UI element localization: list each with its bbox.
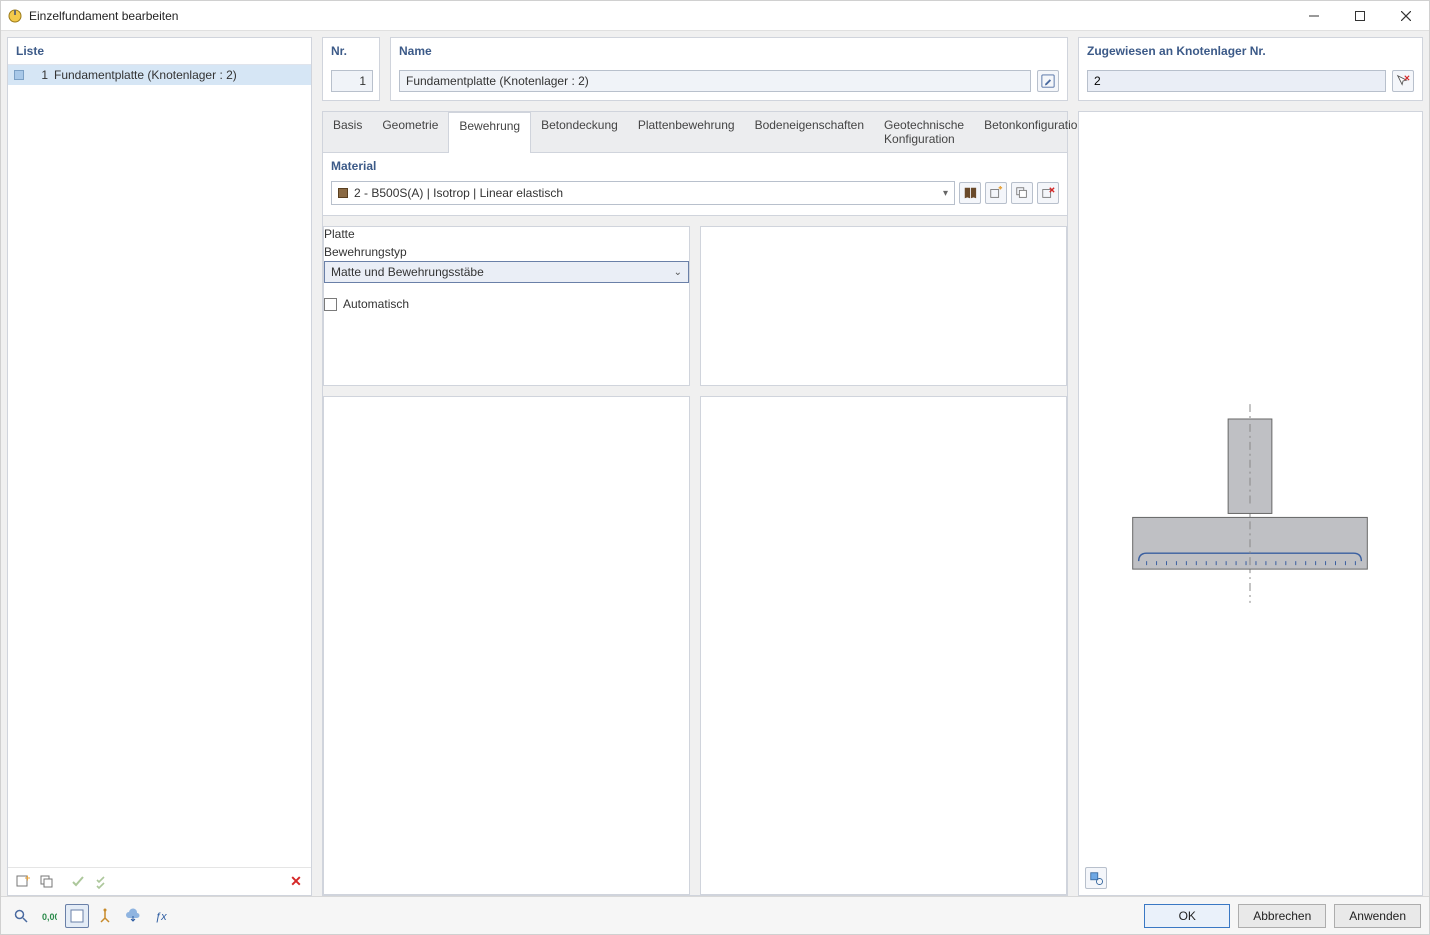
material-title: Material xyxy=(323,153,1067,175)
automatisch-checkbox[interactable]: Automatisch xyxy=(324,297,689,311)
list-body[interactable]: 1 Fundamentplatte (Knotenlager : 2) xyxy=(8,65,311,867)
bewehrungstyp-label: Bewehrungstyp xyxy=(324,245,689,259)
material-new-button[interactable] xyxy=(985,182,1007,204)
material-copy-button[interactable] xyxy=(1011,182,1033,204)
ok-button[interactable]: OK xyxy=(1144,904,1230,928)
close-button[interactable] xyxy=(1383,1,1429,30)
tabs-bar: Basis Geometrie Bewehrung Betondeckung P… xyxy=(322,111,1068,152)
preview-settings-button[interactable] xyxy=(1085,867,1107,889)
dialog-footer: 0,00 ƒx OK Abbrechen Anwenden xyxy=(1,896,1429,934)
dialog-body: Liste 1 Fundamentplatte (Knotenlager : 2… xyxy=(1,31,1429,896)
empty-panel-bottom-left xyxy=(323,396,690,895)
svg-text:0,00: 0,00 xyxy=(42,912,57,922)
foundation-preview-drawing xyxy=(1079,112,1422,895)
tab-geotech[interactable]: Geotechnische Konfiguration xyxy=(874,112,974,152)
tab-bodeneigenschaften[interactable]: Bodeneigenschaften xyxy=(745,112,874,152)
dialog-window: Einzelfundament bearbeiten Liste 1 Funda… xyxy=(0,0,1430,935)
minimize-button[interactable] xyxy=(1291,1,1337,30)
footer-units-button[interactable]: 0,00 xyxy=(37,904,61,928)
preview-cog-icon xyxy=(1089,871,1103,885)
window-title: Einzelfundament bearbeiten xyxy=(29,9,1291,23)
list-heading: Liste xyxy=(8,38,311,65)
name-label: Name xyxy=(391,38,1067,64)
main-column: Nr. Name xyxy=(322,37,1068,896)
name-field[interactable] xyxy=(399,70,1031,92)
preview-panel[interactable] xyxy=(1078,111,1423,896)
automatisch-label: Automatisch xyxy=(343,297,409,311)
list-item-number: 1 xyxy=(30,68,48,82)
list-item-color-icon xyxy=(14,70,24,80)
window-controls xyxy=(1291,1,1429,30)
bewehrungstyp-value: Matte und Bewehrungsstäbe xyxy=(331,265,484,279)
list-toolbar: ✕ xyxy=(8,867,311,895)
new-box-icon xyxy=(989,186,1003,200)
footer-script-button[interactable]: ƒx xyxy=(149,904,173,928)
chevron-down-icon: ▾ xyxy=(943,188,948,199)
assigned-box: Zugewiesen an Knotenlager Nr. xyxy=(1078,37,1423,101)
material-section: Material 2 - B500S(A) | Isotrop | Linear… xyxy=(323,153,1067,216)
list-panel: Liste 1 Fundamentplatte (Knotenlager : 2… xyxy=(7,37,312,896)
copy-item-button[interactable] xyxy=(36,871,58,893)
assigned-field[interactable] xyxy=(1087,70,1386,92)
nr-label: Nr. xyxy=(323,38,379,64)
list-item[interactable]: 1 Fundamentplatte (Knotenlager : 2) xyxy=(8,65,311,85)
delete-x-icon: ✕ xyxy=(290,873,302,890)
material-delete-button[interactable] xyxy=(1037,182,1059,204)
cloud-arrow-icon xyxy=(125,908,141,924)
tabs-box: Basis Geometrie Bewehrung Betondeckung P… xyxy=(322,111,1068,896)
blank-view-icon xyxy=(69,908,85,924)
footer-search-button[interactable] xyxy=(9,904,33,928)
tab-geometrie[interactable]: Geometrie xyxy=(372,112,448,152)
check-apply-button[interactable] xyxy=(68,871,90,893)
copy-box-icon xyxy=(1015,186,1029,200)
edit-name-button[interactable] xyxy=(1037,70,1059,92)
list-item-label: Fundamentplatte (Knotenlager : 2) xyxy=(54,68,237,82)
right-column: Zugewiesen an Knotenlager Nr. xyxy=(1078,37,1423,896)
maximize-button[interactable] xyxy=(1337,1,1383,30)
empty-panel-bottom-right xyxy=(700,396,1067,895)
magnifier-icon xyxy=(13,908,29,924)
bewehrungstyp-combo[interactable]: Matte und Bewehrungsstäbe ⌄ xyxy=(324,261,689,283)
assigned-label: Zugewiesen an Knotenlager Nr. xyxy=(1079,38,1422,64)
material-combo-text: 2 - B500S(A) | Isotrop | Linear elastisc… xyxy=(354,186,937,200)
titlebar: Einzelfundament bearbeiten xyxy=(1,1,1429,31)
empty-panel-top-right xyxy=(700,226,1067,386)
tab-basis[interactable]: Basis xyxy=(323,112,372,152)
material-library-button[interactable] xyxy=(959,182,981,204)
dialog-buttons: OK Abbrechen Anwenden xyxy=(1144,904,1421,928)
check-all-button[interactable] xyxy=(92,871,114,893)
material-combo[interactable]: 2 - B500S(A) | Isotrop | Linear elastisc… xyxy=(331,181,955,205)
header-row: Nr. Name xyxy=(322,37,1068,101)
tab-bewehrung[interactable]: Bewehrung xyxy=(448,112,531,153)
app-icon xyxy=(1,8,29,24)
cancel-button[interactable]: Abbrechen xyxy=(1238,904,1326,928)
svg-text:ƒx: ƒx xyxy=(155,911,167,923)
book-icon xyxy=(963,186,977,200)
pick-node-icon xyxy=(1396,74,1410,88)
new-item-button[interactable] xyxy=(12,871,34,893)
assigned-pick-button[interactable] xyxy=(1392,70,1414,92)
tab-content: Material 2 - B500S(A) | Isotrop | Linear… xyxy=(322,152,1068,896)
script-icon: ƒx xyxy=(153,908,169,924)
footer-tool1-button[interactable] xyxy=(93,904,117,928)
tab-plattenbewehrung[interactable]: Plattenbewehrung xyxy=(628,112,745,152)
box-delete-icon xyxy=(1041,186,1055,200)
material-swatch-icon xyxy=(338,188,348,198)
nr-box: Nr. xyxy=(322,37,380,101)
stand-icon xyxy=(97,908,113,924)
pencil-icon xyxy=(1041,74,1055,88)
nr-field[interactable] xyxy=(331,70,373,92)
tab-betonkonfig[interactable]: Betonkonfiguration xyxy=(974,112,1094,152)
checkbox-box-icon xyxy=(324,298,337,311)
name-box: Name xyxy=(390,37,1068,101)
tab-betondeckung[interactable]: Betondeckung xyxy=(531,112,628,152)
footer-view-button[interactable] xyxy=(65,904,89,928)
apply-button[interactable]: Anwenden xyxy=(1334,904,1421,928)
footer-tool2-button[interactable] xyxy=(121,904,145,928)
platte-title: Platte xyxy=(324,227,689,241)
units-icon: 0,00 xyxy=(41,908,57,924)
delete-item-button[interactable]: ✕ xyxy=(285,871,307,893)
chevron-down-icon: ⌄ xyxy=(674,267,682,278)
platte-panel: Platte Bewehrungstyp Matte und Bewehrung… xyxy=(323,226,690,386)
